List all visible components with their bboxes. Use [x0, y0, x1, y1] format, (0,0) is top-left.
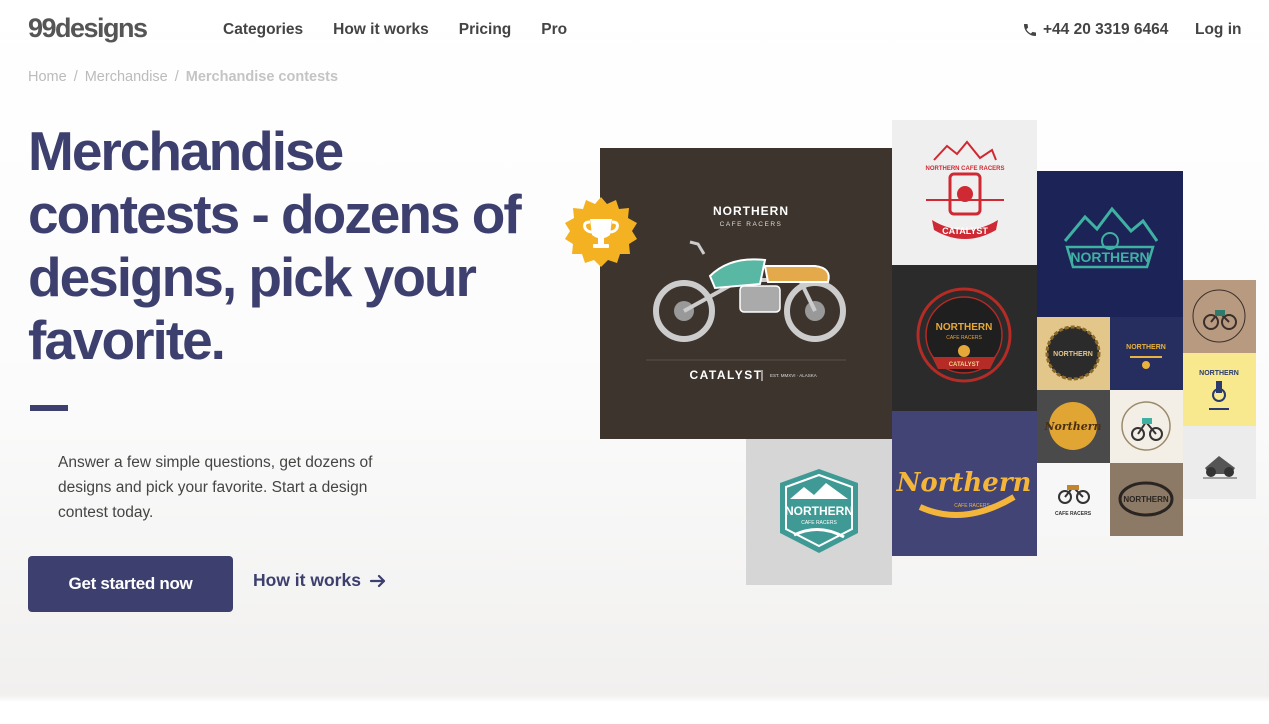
seal-logo-text: NORTHERN [936, 322, 993, 333]
design-tile-gold-gear[interactable]: NORTHERN [1037, 317, 1110, 390]
breadcrumb: Home / Merchandise / Merchandise contest… [28, 69, 338, 85]
script-logo-sub: CAFE RACERS [954, 503, 990, 509]
top-navigation: 99designs Categories How it works Pricin… [0, 0, 1269, 62]
navy-logo-text: NORTHERN [1070, 249, 1149, 265]
main-design-tile[interactable]: NORTHERN CAFE RACERS CATALYST EST. MMXVI… [600, 148, 892, 439]
phone-icon [1024, 24, 1036, 36]
page-title: Merchandise contests - dozens of designs… [28, 120, 522, 371]
yellow-logo-text: NORTHERN [1199, 370, 1239, 377]
white-moto-text: CAFE RACERS [1055, 511, 1092, 517]
design-tile-white-moto[interactable]: CAFE RACERS [1037, 463, 1110, 536]
phone-number: +44 20 3319 6464 [1043, 21, 1169, 38]
design-tile-tan-moto[interactable] [1183, 280, 1256, 353]
winner-badge [565, 197, 637, 267]
breadcrumb-separator: / [73, 69, 78, 85]
design-tile-cream-moto[interactable] [1110, 390, 1183, 463]
nav-link-pro[interactable]: Pro [541, 21, 567, 39]
main-footer-name: CATALYST [689, 368, 762, 382]
design-tile-brown-oval[interactable]: NORTHERN [1110, 463, 1183, 536]
design-tile-red-catalyst[interactable]: NORTHERN CAFE RACERS CATALYST [892, 120, 1037, 265]
login-link[interactable]: Log in [1195, 21, 1242, 39]
nav-link-how-it-works[interactable]: How it works [333, 21, 429, 39]
breadcrumb-home[interactable]: Home [28, 69, 67, 85]
design-tile-dark-seal[interactable]: NORTHERN CAFE RACERS CATALYST [892, 265, 1037, 411]
seal-logo-sub: CAFE RACERS [946, 335, 982, 341]
how-it-works-link[interactable]: How it works [253, 570, 387, 591]
script-logo-text: Northern [896, 468, 1032, 498]
teal-logo-sub: CAFE RACERS [801, 520, 837, 526]
main-nav: Categories How it works Pricing Pro [223, 21, 567, 39]
design-tile-gold-script[interactable]: Northern [1037, 390, 1110, 463]
seal-logo-ribbon: CATALYST [949, 362, 980, 368]
phone-contact[interactable]: +44 20 3319 6464 [1022, 21, 1168, 39]
get-started-button[interactable]: Get started now [28, 556, 233, 612]
nav-link-pricing[interactable]: Pricing [459, 21, 512, 39]
teal-logo-text: NORTHERN [785, 504, 853, 518]
how-it-works-label: How it works [253, 570, 361, 590]
design-tile-navy-mountain[interactable]: NORTHERN [1037, 171, 1183, 317]
design-tile-yellow-moto[interactable]: NORTHERN [1183, 353, 1256, 426]
red-logo-top-text: NORTHERN CAFE RACERS [925, 166, 1004, 172]
nav-link-categories[interactable]: Categories [223, 21, 303, 39]
design-tile-script[interactable]: Northern CAFE RACERS [892, 411, 1037, 556]
brown-oval-text: NORTHERN [1123, 495, 1169, 504]
breadcrumb-current: Merchandise contests [185, 69, 339, 85]
hero-description: Answer a few simple questions, get dozen… [58, 454, 373, 521]
navy-small-text: NORTHERN [1126, 344, 1166, 351]
logo[interactable]: 99designs [28, 13, 148, 44]
main-footer-tag: EST. MMXVI · ALASKA [770, 373, 817, 378]
red-logo-bottom-text: CATALYST [942, 226, 988, 236]
arrow-right-icon [369, 574, 386, 587]
gold-script-text: Northern [1043, 420, 1101, 433]
breadcrumb-separator: / [174, 69, 179, 85]
motorcycle-illustration [653, 240, 846, 342]
design-tile-navy-small[interactable]: NORTHERN [1110, 317, 1183, 390]
design-tile-teal-badge[interactable]: NORTHERN CAFE RACERS [746, 439, 892, 585]
title-divider [30, 405, 68, 411]
main-brand-text: NORTHERN [713, 204, 789, 218]
gold-gear-text: NORTHERN [1053, 351, 1093, 358]
breadcrumb-merchandise[interactable]: Merchandise [85, 69, 168, 85]
design-tile-grey-moto[interactable] [1183, 426, 1256, 499]
main-sub-text: CAFE RACERS [720, 221, 783, 228]
